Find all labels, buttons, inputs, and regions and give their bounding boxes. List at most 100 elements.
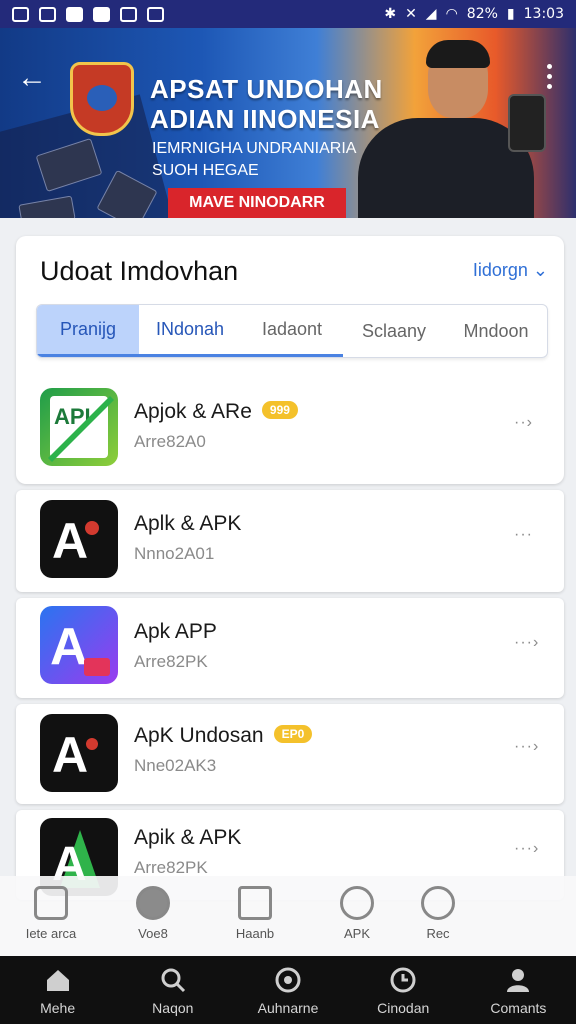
quick-action-item[interactable]: Voe8 xyxy=(102,876,204,956)
tab-iadaont[interactable]: Iadaont xyxy=(241,305,343,357)
photo-icon xyxy=(147,6,164,22)
battery-icon: ▮ xyxy=(506,6,515,22)
nav-label: Comants xyxy=(490,1000,547,1016)
app-subtitle: Arre82A0 xyxy=(134,432,206,451)
nav-label: Mehe xyxy=(40,1000,76,1016)
app-icon: A xyxy=(40,606,118,684)
quick-actions-bar: Iete arca Voe8 Haanb APK Rec xyxy=(0,876,576,956)
nav-label: Naqon xyxy=(152,1000,194,1016)
quick-action-label: Haanb xyxy=(235,926,275,941)
more-horiz-icon[interactable]: ···› xyxy=(514,738,546,758)
app-badge: 999 xyxy=(261,401,298,419)
user-icon xyxy=(507,969,530,992)
app-title-text: Apjok & ARe xyxy=(134,400,252,423)
app-icon: A xyxy=(40,500,118,578)
signal-icon: ◢ xyxy=(425,6,437,22)
bottom-nav: Mehe Naqon Auhnarne Cinodan Comants xyxy=(0,956,576,1024)
quick-action-label: Rec xyxy=(426,926,450,941)
tab-pranijg[interactable]: Pranijg xyxy=(37,305,139,357)
tab-mndoon[interactable]: Mndoon xyxy=(445,305,547,357)
shield-icon xyxy=(120,6,137,22)
banner-title-line2: ADIAN IINONESIA xyxy=(150,104,380,134)
list-item[interactable]: API Apjok & ARe 999 Arre82A0 ··› xyxy=(16,370,564,484)
chevron-right-icon[interactable]: ··› xyxy=(514,414,546,434)
more-horiz-icon[interactable]: ···› xyxy=(514,634,546,654)
messenger-icon xyxy=(39,6,56,22)
quick-action-label: Voe8 xyxy=(138,926,168,941)
nav-search[interactable]: Naqon xyxy=(115,956,230,1024)
search-icon xyxy=(161,968,185,993)
apk-icon xyxy=(340,886,374,920)
quick-action-item[interactable]: APK xyxy=(306,876,408,956)
banner-cta-button[interactable]: MAVE NINODARR xyxy=(168,188,346,218)
banner-subtitle: IEMRNIGHA UNDRANIARIA SUOH HEGAE xyxy=(152,138,356,182)
status-bar: ✱ ✕ ◢ ◠ 82% ▮ 13:03 xyxy=(0,0,576,28)
app-title: Apjok & ARe 999 xyxy=(134,400,298,424)
quick-action-item[interactable]: Rec xyxy=(408,876,468,956)
nav-label: Cinodan xyxy=(377,1000,430,1016)
mute-icon: ✕ xyxy=(405,6,417,22)
app-icon: API xyxy=(40,388,118,466)
bluetooth-icon: ✱ xyxy=(384,6,397,22)
more-vert-icon[interactable] xyxy=(546,64,554,94)
list-item[interactable]: A ApK Undosan EP0 Nne02AK3 ···› xyxy=(16,704,564,804)
officer-photo xyxy=(358,36,546,218)
gallery-icon xyxy=(12,6,29,22)
app-icon: A xyxy=(40,714,118,792)
app-subtitle: Arre82PK xyxy=(134,652,208,671)
phone-icon xyxy=(66,6,83,22)
quick-action-item[interactable]: Haanb xyxy=(204,876,306,956)
notification-icons xyxy=(12,6,164,22)
tab-indonah[interactable]: INdonah xyxy=(139,305,241,357)
print-icon xyxy=(34,886,68,920)
nav-home[interactable]: Mehe xyxy=(0,956,115,1024)
phone-image xyxy=(508,94,546,152)
svg-text:A: A xyxy=(50,618,88,676)
chevron-down-icon: ⌄ xyxy=(532,260,548,280)
nav-updates[interactable]: Cinodan xyxy=(346,956,461,1024)
section-dropdown[interactable]: Iidorgn ⌄ xyxy=(473,260,548,281)
home-icon xyxy=(46,970,69,991)
officer-hair xyxy=(426,40,490,68)
app-badge: EP0 xyxy=(273,725,313,743)
record-icon xyxy=(421,886,455,920)
app-subtitle: Arre82PK xyxy=(134,858,208,877)
clock: 13:03 xyxy=(523,6,564,22)
quick-action-label: APK xyxy=(343,926,370,941)
banner-title: APSAT UNDOHAN ADIAN IINONESIA xyxy=(150,74,383,134)
nav-account[interactable]: Comants xyxy=(461,956,576,1024)
svg-text:A: A xyxy=(52,727,88,783)
nav-label: Auhnarne xyxy=(257,1000,319,1016)
police-emblem xyxy=(70,62,134,136)
quick-action-label: Iete arca xyxy=(25,926,77,941)
app-subtitle: Nne02AK3 xyxy=(134,756,217,775)
system-icons: ✱ ✕ ◢ ◠ 82% ▮ 13:03 xyxy=(384,6,564,22)
quick-action-item[interactable]: Iete arca xyxy=(0,876,102,956)
nav-games[interactable]: Auhnarne xyxy=(230,956,345,1024)
decor-card xyxy=(96,169,158,218)
banner-subtitle-line2: SUOH HEGAE xyxy=(152,162,259,179)
back-arrow-icon[interactable]: ← xyxy=(14,60,50,96)
tab-bar: Pranijg INdonah Iadaont Sclaany Mndoon xyxy=(36,304,548,358)
section-dropdown-label: Iidorgn xyxy=(472,260,528,280)
app-subtitle: Nnno2A01 xyxy=(134,544,215,563)
app-title: Apik & APK xyxy=(134,826,242,849)
refresh-icon xyxy=(390,967,416,993)
tab-sclaany[interactable]: Sclaany xyxy=(343,305,445,357)
terminal-icon xyxy=(93,6,110,22)
list-item[interactable]: A Aplk & APK Nnno2A01 ··· xyxy=(16,490,564,592)
decor-card xyxy=(18,195,76,218)
banner-subtitle-line1: IEMRNIGHA UNDRANIARIA xyxy=(152,140,357,157)
section-title: Udoat Imdovhan xyxy=(40,256,239,286)
app-title: Apk APP xyxy=(134,620,217,643)
more-horiz-icon[interactable]: ··· xyxy=(514,526,546,546)
battery-level: 82% xyxy=(466,6,498,22)
app-title-text: ApK Undosan xyxy=(134,724,264,747)
wifi-icon: ◠ xyxy=(445,6,458,22)
hero-banner[interactable]: ← APSAT UNDOHAN ADIAN IINONESIA IEMRNIGH… xyxy=(0,28,576,218)
more-horiz-icon[interactable]: ···› xyxy=(514,840,546,860)
gamepad-icon xyxy=(275,967,301,993)
svg-text:A: A xyxy=(52,513,88,569)
chart-icon xyxy=(238,886,272,920)
list-item[interactable]: A Apk APP Arre82PK ···› xyxy=(16,598,564,698)
